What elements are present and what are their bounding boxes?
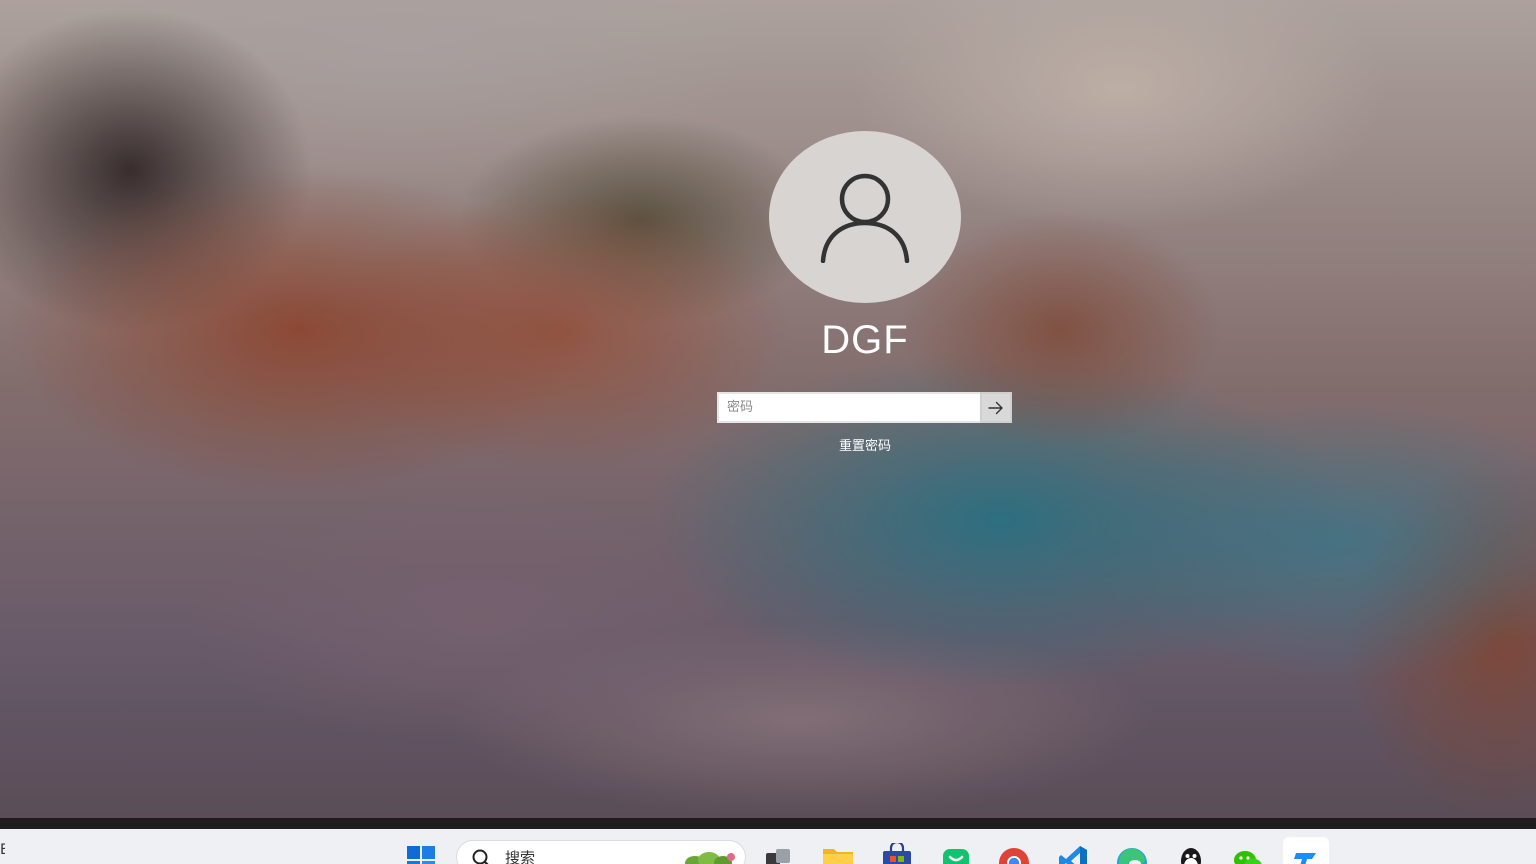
task-view-icon bbox=[766, 849, 790, 864]
file-explorer-button[interactable] bbox=[821, 843, 855, 864]
password-box bbox=[717, 392, 1012, 423]
arrow-right-icon bbox=[988, 401, 1003, 414]
qq-icon bbox=[1181, 848, 1201, 864]
search-icon bbox=[472, 849, 489, 864]
qq-button[interactable] bbox=[1174, 843, 1208, 864]
taskbar: E 搜索 bbox=[0, 829, 1536, 864]
task-view-button[interactable] bbox=[761, 843, 795, 864]
edge-button[interactable] bbox=[1115, 843, 1149, 864]
windows-logo-icon bbox=[407, 846, 435, 864]
reset-password-link[interactable]: 重置密码 bbox=[765, 438, 965, 456]
chrome-icon bbox=[999, 848, 1029, 864]
chrome-button[interactable] bbox=[997, 843, 1031, 864]
active-app-icon bbox=[1294, 853, 1316, 864]
microsoft-store-icon bbox=[883, 843, 911, 864]
chat-app-icon bbox=[943, 849, 969, 864]
lock-screen: DGF 重置密码 E 搜索 bbox=[0, 0, 1536, 864]
password-input[interactable] bbox=[717, 392, 980, 423]
start-button[interactable] bbox=[404, 843, 438, 864]
taskbar-edge-glyph: E bbox=[0, 843, 5, 857]
vscode-button[interactable] bbox=[1056, 843, 1090, 864]
user-icon bbox=[820, 173, 910, 263]
search-placeholder: 搜索 bbox=[505, 849, 536, 864]
wechat-button[interactable] bbox=[1231, 843, 1265, 864]
edge-icon bbox=[1117, 848, 1147, 864]
taskbar-search-box[interactable]: 搜索 bbox=[456, 840, 746, 864]
chat-app-button[interactable] bbox=[939, 843, 973, 864]
submit-button[interactable] bbox=[980, 392, 1012, 423]
user-avatar bbox=[769, 131, 961, 303]
user-name: DGF bbox=[821, 318, 909, 362]
taskbar-separator bbox=[0, 818, 1536, 829]
vscode-icon bbox=[1059, 846, 1087, 864]
store-button[interactable] bbox=[880, 843, 914, 864]
active-app-button[interactable] bbox=[1289, 843, 1323, 864]
folder-icon bbox=[823, 849, 853, 864]
wechat-icon bbox=[1234, 851, 1262, 864]
search-highlight-icon bbox=[685, 852, 735, 864]
